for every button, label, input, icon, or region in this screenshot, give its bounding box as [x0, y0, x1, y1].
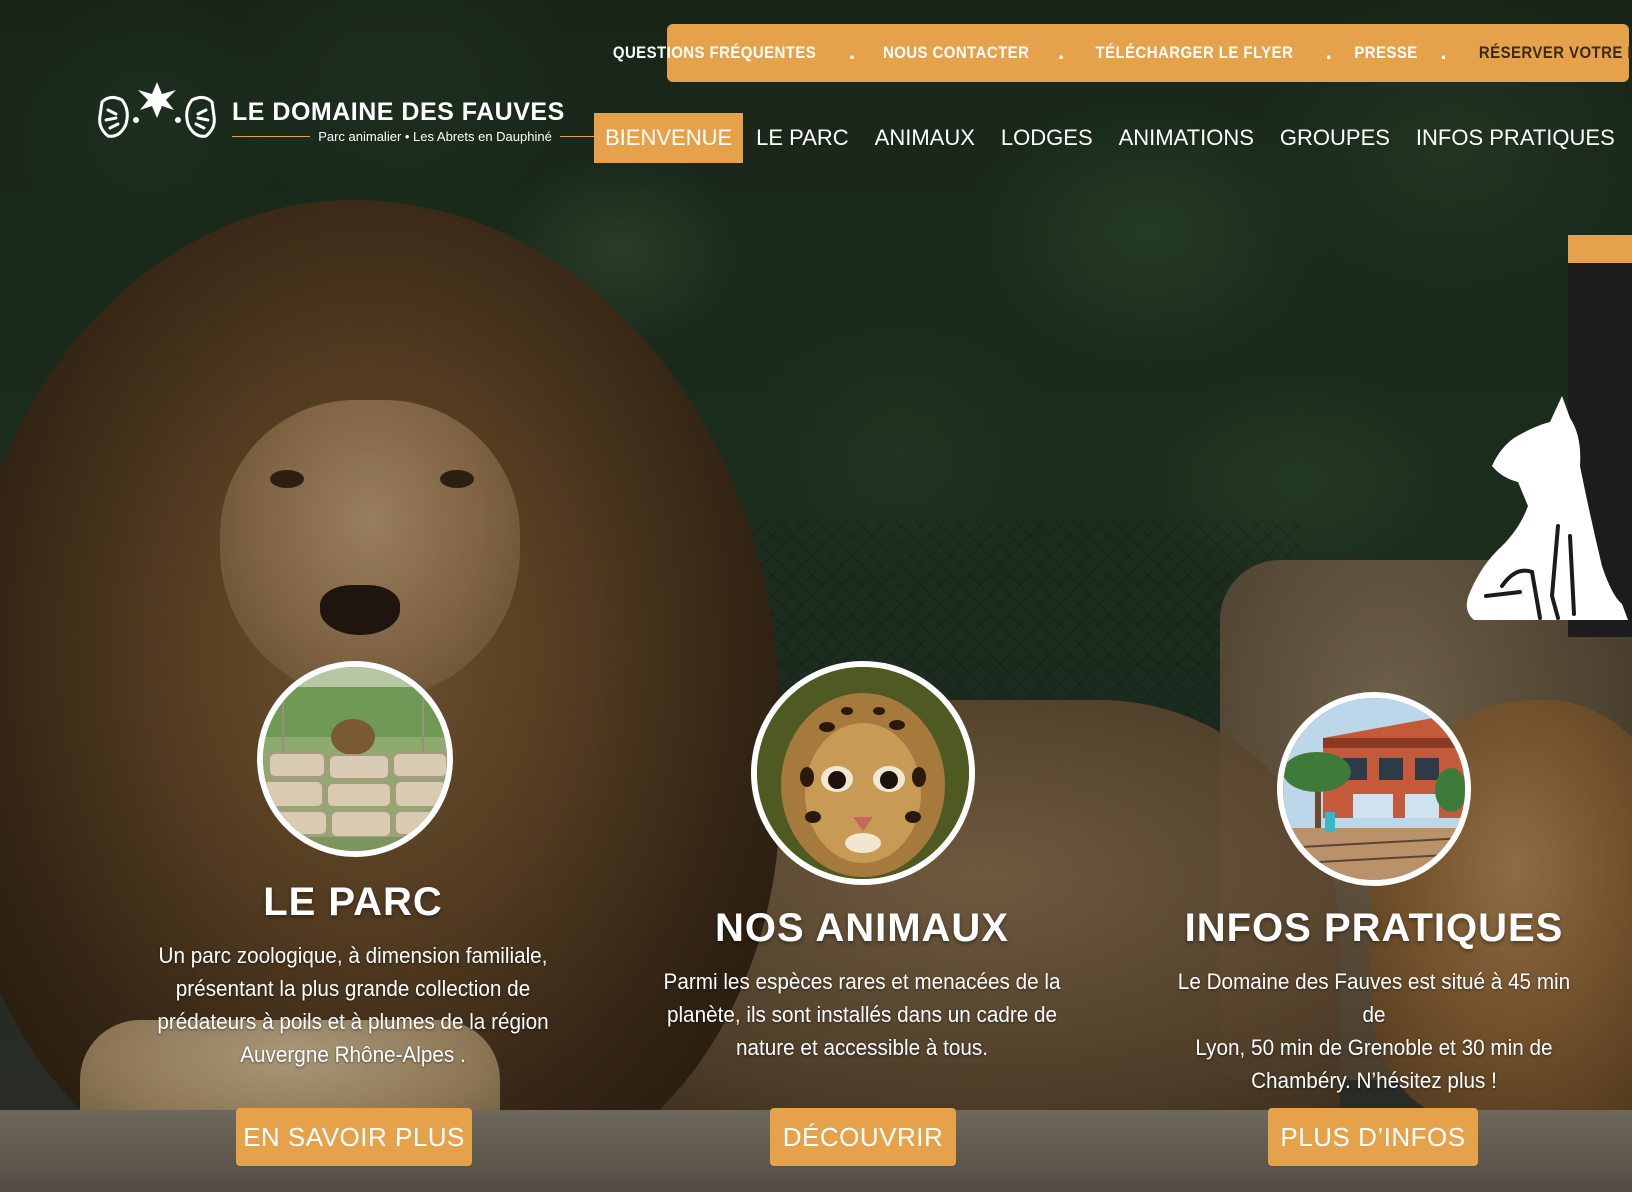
separator: .	[1057, 42, 1065, 64]
download-flyer-link[interactable]: TÉLÉCHARGER LE FLYER	[1096, 43, 1294, 63]
info-photo-circle[interactable]	[1277, 692, 1471, 886]
faq-link[interactable]: QUESTIONS FRÉQUENTES	[613, 43, 816, 63]
plus-d-infos-button[interactable]: PLUS D’INFOS	[1268, 1108, 1478, 1166]
book-lodge-link[interactable]: RÉSERVER VOTRE LODGE	[1479, 43, 1632, 63]
decouvrir-button[interactable]: DÉCOUVRIR	[770, 1108, 956, 1166]
feature-description-line: Parmi les espèces rares et menacées de l…	[663, 969, 1061, 994]
sitting-cat-icon[interactable]	[1462, 396, 1632, 626]
nav-bienvenue[interactable]: BIENVENUE	[594, 113, 744, 163]
brand-rule	[232, 136, 311, 137]
feature-description-line: nature et accessible à tous.	[735, 1035, 988, 1060]
ocelot-image	[757, 667, 969, 879]
press-link[interactable]: PRESSE	[1354, 43, 1417, 63]
feature-description-line: Auvergne Rhône-Alpes .	[240, 1042, 466, 1067]
park-photo-circle[interactable]	[257, 661, 453, 857]
feature-description-line: Un parc zoologique, à dimension familial…	[158, 943, 548, 968]
feature-description-line: Le Domaine des Fauves est situé à 45 min…	[1177, 969, 1571, 1027]
park-entrance-image	[1283, 698, 1465, 880]
feature-description: Parmi les espèces rares et menacées de l…	[663, 965, 1061, 1064]
feature-description-line: Lyon, 50 min de Grenoble et 30 min de	[1195, 1035, 1553, 1060]
en-savoir-plus-button[interactable]: EN SAVOIR PLUS	[236, 1108, 472, 1166]
feature-title: NOS ANIMAUX	[715, 906, 1009, 950]
feature-description-line: planète, ils sont installés dans un cadr…	[666, 1002, 1058, 1027]
top-utility-bar: QUESTIONS FRÉQUENTES . NOUS CONTACTER . …	[613, 24, 1632, 82]
feature-description-line: prédateurs à poils et à plumes de la rég…	[157, 1009, 549, 1034]
side-tab-accent	[1568, 235, 1632, 263]
feature-title: LE PARC	[263, 880, 443, 924]
nav-le-parc[interactable]: LE PARC	[743, 113, 862, 163]
feature-description: Un parc zoologique, à dimension familial…	[157, 939, 549, 1071]
brand-title: LE DOMAINE DES FAUVES	[232, 98, 565, 126]
site-logo[interactable]: LE DOMAINE DES FAUVES Parc animalier • L…	[96, 80, 639, 150]
feature-nos-animaux: NOS ANIMAUX Parmi les espèces rares et m…	[646, 906, 1078, 1064]
nav-animaux[interactable]: ANIMAUX	[862, 113, 988, 163]
separator: .	[1440, 42, 1447, 64]
animals-photo-circle[interactable]	[751, 661, 975, 885]
feature-description: Le Domaine des Fauves est situé à 45 min…	[1168, 965, 1580, 1097]
feature-description-line: présentant la plus grande collection de	[175, 976, 531, 1001]
feature-title: INFOS PRATIQUES	[1184, 906, 1564, 950]
brand-subtitle-row: Parc animalier • Les Abrets en Dauphiné	[232, 129, 639, 144]
separator: .	[848, 42, 856, 64]
feature-description-line: Chambéry. N’hésitez plus !	[1251, 1068, 1497, 1093]
feature-le-parc: LE PARC Un parc zoologique, à dimension …	[140, 880, 566, 1071]
contact-link[interactable]: NOUS CONTACTER	[883, 43, 1029, 63]
nav-animations[interactable]: ANIMATIONS	[1106, 113, 1267, 163]
brand-subtitle: Parc animalier • Les Abrets en Dauphiné	[318, 129, 552, 144]
tiger-faces-logo-icon	[98, 82, 216, 138]
nav-infos-pratiques[interactable]: INFOS PRATIQUES	[1403, 113, 1628, 163]
main-navigation: BIENVENUE LE PARC ANIMAUX LODGES ANIMATI…	[594, 113, 1628, 163]
lion-enclosure-image	[263, 667, 447, 851]
separator: .	[1325, 42, 1333, 64]
feature-infos-pratiques: INFOS PRATIQUES Le Domaine des Fauves es…	[1150, 906, 1598, 1097]
nav-lodges[interactable]: LODGES	[988, 113, 1106, 163]
nav-groupes[interactable]: GROUPES	[1267, 113, 1403, 163]
